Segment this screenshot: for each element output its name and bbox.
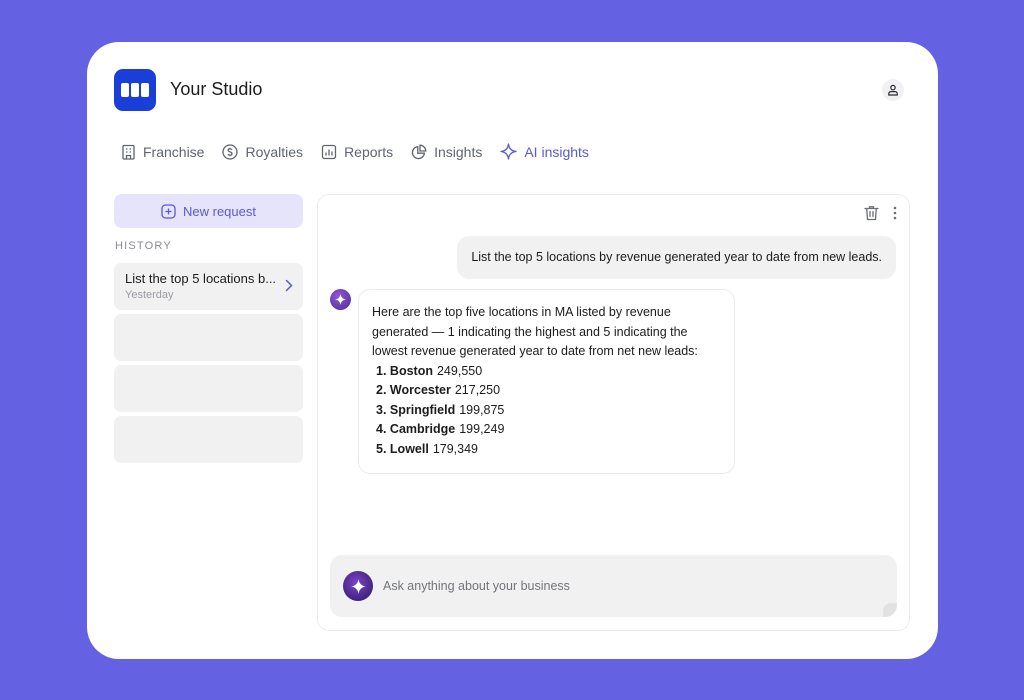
sparkle-icon	[335, 294, 346, 305]
new-request-label: New request	[183, 203, 256, 219]
sparkle-icon	[500, 143, 517, 160]
sparkle-icon	[350, 578, 366, 594]
ranking-item: 4. Cambridge 199,249	[376, 420, 721, 440]
trash-icon	[864, 206, 879, 221]
nav-label: Franchise	[143, 143, 205, 160]
location-name: Boston	[389, 363, 433, 378]
new-request-button[interactable]: New request	[114, 194, 303, 228]
rank-number: 4.	[376, 422, 387, 436]
history-heading: HISTORY	[115, 240, 172, 252]
revenue-value: 217,250	[454, 383, 501, 397]
resize-handle[interactable]	[883, 603, 897, 617]
profile-button[interactable]	[882, 79, 904, 101]
delete-chat-button[interactable]	[864, 205, 879, 221]
revenue-value: 249,550	[436, 363, 483, 378]
bar-chart-icon	[321, 144, 337, 159]
history-item[interactable]: List the top 5 locations b... Yesterday	[114, 263, 303, 310]
ai-avatar	[343, 571, 373, 601]
history-item-title: List the top 5 locations b...	[125, 271, 277, 286]
studio-logo	[114, 69, 156, 111]
ai-message: Here are the top five locations in MA li…	[358, 289, 735, 474]
nav-item-ai-insights[interactable]: AI insights	[500, 143, 589, 160]
ai-message-intro: Here are the top five locations in MA li…	[372, 305, 698, 358]
chat-input[interactable]	[383, 575, 863, 597]
nav-label: Royalties	[245, 143, 304, 160]
nav-label: Reports	[344, 143, 394, 160]
nav-label: Insights	[434, 143, 483, 160]
history-item-placeholder	[114, 416, 303, 463]
ranking-item: 3. Springfield 199,875	[376, 401, 721, 421]
ai-avatar	[330, 289, 351, 310]
pie-chart-icon	[411, 144, 427, 159]
ranking-item: 1. Boston 249,550	[376, 362, 721, 382]
more-options-button[interactable]	[893, 206, 897, 220]
chat-panel: List the top 5 locations by revenue gene…	[317, 194, 910, 631]
location-name: Cambridge	[389, 422, 456, 436]
rank-number: 2.	[376, 383, 387, 397]
plus-square-icon	[161, 203, 176, 219]
ranking-item: 2. Worcester 217,250	[376, 381, 721, 401]
user-message: List the top 5 locations by revenue gene…	[457, 236, 896, 279]
location-name: Lowell	[389, 441, 429, 456]
history-item-placeholder	[114, 314, 303, 361]
nav-item-reports[interactable]: Reports	[321, 144, 393, 160]
dollar-circle-icon	[222, 143, 239, 160]
ranking-list: 1. Boston 249,550 2. Worcester 217,250 3. …	[372, 362, 721, 460]
rank-number: 3.	[376, 402, 387, 417]
revenue-value: 199,875	[459, 402, 505, 417]
rank-number: 5.	[376, 441, 387, 456]
location-name: Springfield	[389, 402, 456, 417]
revenue-value: 199,249	[459, 422, 505, 436]
app-title: Your Studio	[170, 79, 263, 99]
user-icon	[888, 84, 898, 96]
rank-number: 1.	[376, 363, 387, 378]
more-vertical-icon	[893, 206, 897, 220]
nav-item-royalties[interactable]: Royalties	[222, 144, 303, 160]
chevron-right-icon	[285, 279, 293, 292]
chat-actions	[864, 205, 897, 221]
ranking-item: 5. Lowell 179,349	[376, 440, 721, 460]
chat-composer	[330, 555, 897, 617]
location-name: Worcester	[389, 383, 451, 397]
nav-label: AI insights	[524, 143, 589, 160]
history-item-placeholder	[114, 365, 303, 412]
building-icon	[122, 144, 135, 160]
nav-item-insights[interactable]: Insights	[411, 144, 482, 160]
history-item-date: Yesterday	[125, 289, 174, 301]
revenue-value: 179,349	[432, 441, 479, 456]
main-nav: Franchise Royalties Reports Insights AI …	[121, 143, 589, 160]
nav-item-franchise[interactable]: Franchise	[121, 144, 204, 160]
app-window: Your Studio Franchise Royalties Reports …	[87, 42, 938, 659]
history-list: List the top 5 locations b... Yesterday	[114, 263, 303, 463]
